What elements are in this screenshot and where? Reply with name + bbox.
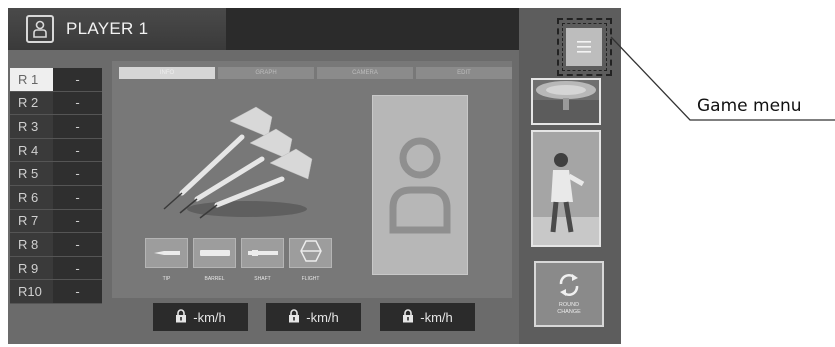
callout-leader-line <box>610 36 835 121</box>
callout-label: Game menu <box>697 96 802 116</box>
